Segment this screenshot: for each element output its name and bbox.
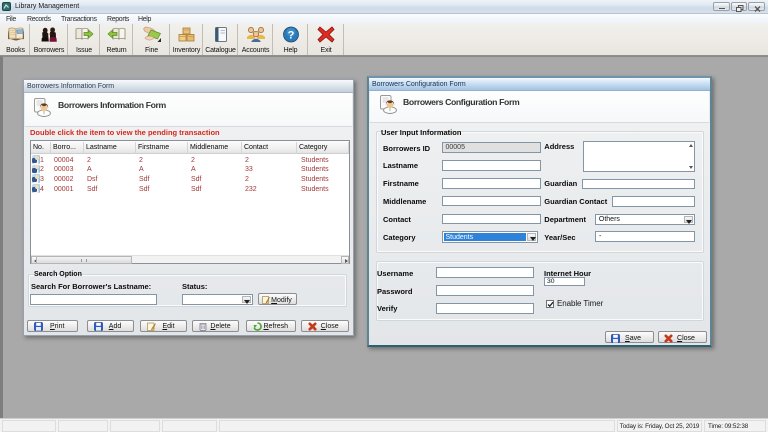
svg-text:?: ?	[287, 30, 294, 42]
